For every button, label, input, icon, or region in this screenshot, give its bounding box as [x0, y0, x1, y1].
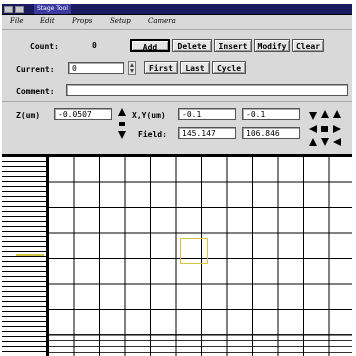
field-height[interactable]: 106.846: [242, 127, 300, 139]
ruler-ticks: [2, 156, 46, 356]
menu-file[interactable]: File: [10, 17, 23, 25]
count-value: 0: [92, 41, 97, 50]
grid-bottom-lines: [48, 334, 352, 356]
nav-left-icon[interactable]: [309, 125, 317, 133]
window-menu-icon[interactable]: [4, 6, 13, 13]
z-ruler[interactable]: [2, 156, 48, 356]
nav-down-icon[interactable]: [321, 138, 329, 146]
stage-tool-window: Stage Tool File Edit Props Setup Camera …: [2, 4, 352, 356]
nav-up-right-icon[interactable]: [333, 110, 341, 118]
z-up-arrow-icon[interactable]: [118, 108, 126, 116]
title-bar[interactable]: Stage Tool: [2, 4, 352, 15]
z-field[interactable]: -0.0507: [54, 108, 112, 120]
spin-down-icon[interactable]: [130, 69, 134, 73]
nav-stop-icon[interactable]: [321, 126, 328, 132]
current-label: Current:: [16, 65, 55, 74]
field-width[interactable]: 145.147: [178, 127, 236, 139]
menu-setup[interactable]: Setup: [110, 17, 131, 25]
field-label: Field:: [138, 130, 167, 139]
delete-button[interactable]: Delete: [172, 39, 212, 52]
last-button[interactable]: Last: [180, 61, 210, 74]
modify-button[interactable]: Modify: [254, 39, 290, 52]
insert-button[interactable]: Insert: [214, 39, 252, 52]
clear-button[interactable]: Clear: [292, 39, 324, 52]
x-field[interactable]: -0.1: [178, 108, 236, 120]
menu-props[interactable]: Props: [72, 17, 92, 25]
window-title: Stage Tool: [34, 4, 71, 14]
menu-camera[interactable]: Camera: [148, 17, 176, 25]
z-stop-icon[interactable]: [119, 122, 125, 126]
spin-up-icon[interactable]: [130, 63, 134, 67]
nav-down-left-icon[interactable]: [333, 138, 341, 146]
cycle-button[interactable]: Cycle: [212, 61, 246, 74]
z-down-arrow-icon[interactable]: [118, 131, 126, 139]
minimize-icon[interactable]: [15, 6, 24, 13]
comment-label: Comment:: [16, 87, 55, 96]
nav-diag-down-icon[interactable]: [309, 138, 317, 146]
z-position-marker: [16, 254, 44, 256]
stage-view[interactable]: [2, 154, 352, 356]
add-button[interactable]: Add: [130, 39, 170, 52]
comment-field[interactable]: [66, 84, 348, 96]
menu-bar: File Edit Props Setup Camera: [2, 15, 352, 30]
separator: [2, 101, 352, 102]
nav-diag-icon[interactable]: [309, 112, 317, 120]
current-field[interactable]: 0: [68, 62, 124, 74]
nav-right-icon[interactable]: [333, 125, 341, 133]
y-field[interactable]: -0.1: [242, 108, 300, 120]
z-label: Z(um): [16, 111, 41, 120]
count-label: Count:: [30, 42, 59, 51]
field-of-view-box[interactable]: [180, 238, 208, 264]
nav-up-icon[interactable]: [321, 110, 329, 118]
xy-label: X,Y(um): [132, 111, 166, 120]
menu-edit[interactable]: Edit: [40, 17, 55, 25]
current-spinner[interactable]: [128, 61, 136, 75]
first-button[interactable]: First: [144, 61, 178, 74]
